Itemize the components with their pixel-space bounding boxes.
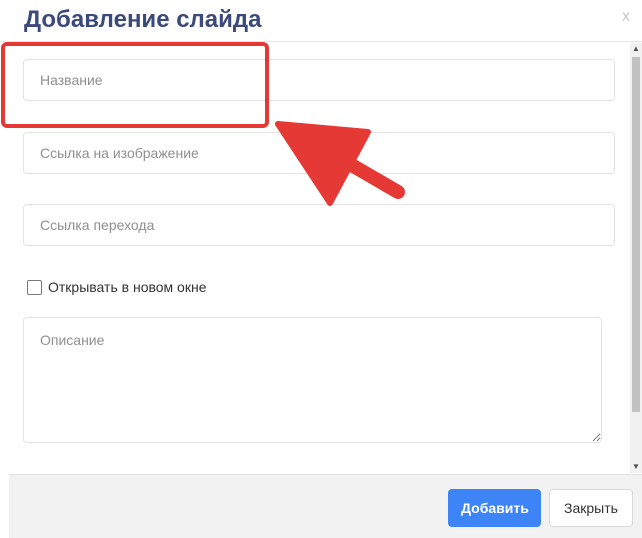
close-button[interactable]: Закрыть: [549, 489, 633, 527]
scroll-down-icon[interactable]: ▼: [632, 463, 640, 471]
add-slide-modal: Добавление слайда x Открывать в новом ок…: [0, 0, 642, 538]
modal-body: Открывать в новом окне: [0, 43, 630, 473]
new-window-checkbox[interactable]: [27, 279, 42, 295]
name-input[interactable]: [23, 59, 615, 101]
scrollbar-thumb[interactable]: [632, 57, 640, 412]
description-textarea[interactable]: [23, 317, 602, 443]
target-link-input[interactable]: [23, 204, 615, 246]
add-button[interactable]: Добавить: [448, 489, 541, 527]
modal-title: Добавление слайда: [24, 6, 262, 33]
new-window-label: Открывать в новом окне: [48, 279, 207, 295]
image-link-input[interactable]: [23, 132, 615, 174]
modal-header: Добавление слайда x: [0, 0, 642, 42]
new-window-option[interactable]: Открывать в новом окне: [27, 279, 206, 295]
modal-footer: Добавить Закрыть: [9, 474, 642, 538]
scroll-up-icon[interactable]: ▲: [632, 45, 640, 53]
close-icon[interactable]: x: [622, 8, 630, 26]
scrollbar[interactable]: ▲ ▼: [630, 43, 642, 473]
